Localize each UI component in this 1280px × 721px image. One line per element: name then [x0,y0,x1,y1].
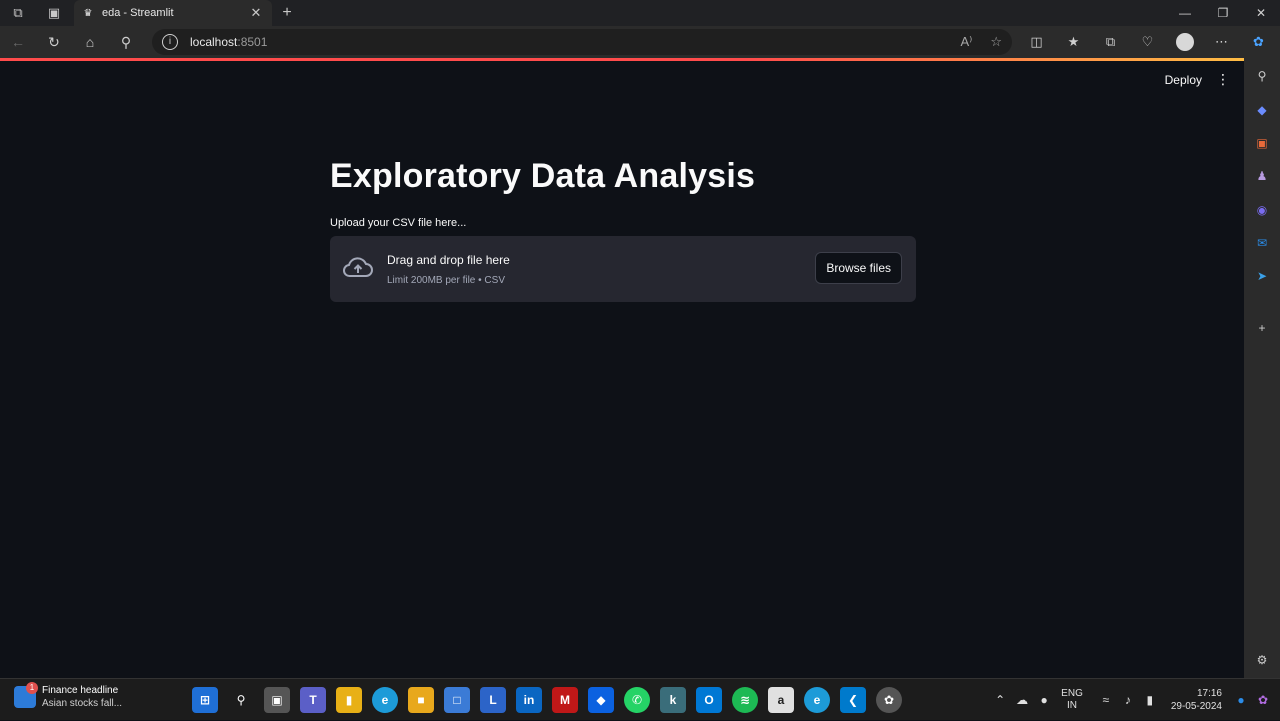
browser-toolbar: ← ↻ ⌂ ⚲ i localhost:8501 A⁾ ☆ ◫ ★ ⧉ ♡ ⋯ … [0,26,1280,58]
uploader-label: Upload your CSV file here... [330,217,467,229]
close-window-icon[interactable]: ✕ [1242,0,1280,26]
vscode-icon[interactable]: ❮ [840,687,866,713]
battery-icon[interactable]: ▮ [1139,693,1161,707]
power-bi-icon[interactable]: ▮ [336,687,362,713]
sidebar-send-icon[interactable]: ➤ [1254,268,1270,284]
url-text: localhost:8501 [190,35,268,49]
browser-tab-active[interactable]: ♛ eda - Streamlit ✕ [74,0,272,26]
site-info-icon[interactable]: i [162,34,178,50]
start-icon[interactable]: ⊞ [192,687,218,713]
search-icon[interactable]: ⚲ [108,26,144,58]
profile-avatar[interactable] [1166,33,1203,51]
news-headline: Finance headline [42,685,119,696]
wifi-icon[interactable]: ≈ [1095,693,1117,707]
copilot-icon[interactable]: ✿ [1240,33,1277,51]
sidebar-settings-icon[interactable]: ⚙ [1254,652,1270,668]
read-aloud-icon[interactable]: A⁾ [960,34,972,50]
window-controls: — ❐ ✕ [1166,0,1280,26]
mcafee-icon[interactable]: M [552,687,578,713]
taskbar-apps: ⊞ ⚲ ▣ T ▮ e ■ □ L in M ◆ ✆ k O ≋ a e ❮ ✿ [192,687,902,713]
spotify-icon[interactable]: ≋ [732,687,758,713]
back-icon[interactable]: ← [0,26,36,58]
news-icon: 1 [14,682,38,708]
microphone-icon[interactable]: ● [1033,693,1055,707]
language-indicator[interactable]: ENG IN [1061,688,1083,712]
home-icon[interactable]: ⌂ [72,26,108,58]
collections-icon[interactable]: ⧉ [1092,33,1129,51]
tab-title: eda - Streamlit [102,7,174,19]
favorite-star-icon[interactable]: ☆ [990,34,1002,50]
edge-icon[interactable]: e [372,687,398,713]
sidebar-search-icon[interactable]: ⚲ [1254,68,1270,84]
address-bar[interactable]: i localhost:8501 A⁾ ☆ [152,29,1012,55]
streamlit-favicon-icon: ♛ [83,7,93,19]
file-dropzone[interactable]: Drag and drop file here Limit 200MB per … [330,236,916,302]
sidebar-copilot-icon[interactable]: ◉ [1254,202,1270,218]
news-badge: 1 [26,682,38,694]
sidebar-games-icon[interactable]: ♟ [1254,168,1270,184]
browser-sidebar: ⚲ ◆ ▣ ♟ ◉ ✉ ➤ + ⚙ [1244,58,1280,678]
new-tab-button[interactable]: + [272,4,302,22]
news-subline: Asian stocks fall... [42,698,123,709]
copilot-taskbar-icon[interactable]: ✿ [1252,693,1274,707]
store-icon[interactable]: □ [444,687,470,713]
cloud-upload-icon [342,256,374,285]
refresh-icon[interactable]: ↻ [36,26,72,58]
close-tab-icon[interactable]: ✕ [248,5,264,21]
volume-icon[interactable]: ♪ [1117,693,1139,707]
maximize-icon[interactable]: ❐ [1204,0,1242,26]
show-hidden-icons-icon[interactable]: ⌃ [989,693,1011,707]
streamlit-app: Deploy ⋮ Exploratory Data Analysis Uploa… [4,61,1244,676]
browser-essentials-icon[interactable]: ♡ [1129,33,1166,51]
anaconda-icon[interactable]: a [768,687,794,713]
sidebar-tools-icon[interactable]: ▣ [1254,135,1270,151]
kaggle-icon[interactable]: k [660,687,686,713]
search-icon[interactable]: ⚲ [228,687,254,713]
notifications-icon[interactable]: ● [1230,693,1252,707]
browse-files-button[interactable]: Browse files [815,252,902,284]
system-tray: ⌃ ☁ ● ENG IN ≈ ♪ ▮ 17:16 29-05-2024 ● ✿ [989,679,1280,721]
more-options-icon[interactable]: ⋯ [1203,33,1240,51]
teams-icon[interactable]: T [300,687,326,713]
deploy-button[interactable]: Deploy [1165,73,1202,87]
clock[interactable]: 17:16 29-05-2024 [1171,687,1222,713]
linkedin-icon[interactable]: in [516,687,542,713]
onedrive-icon[interactable]: ☁ [1011,693,1033,707]
windows-taskbar: 1 Finance headline Asian stocks fall... … [0,678,1280,720]
sidebar-add-icon[interactable]: + [1254,320,1270,336]
tab-actions-icon[interactable]: ▣ [36,0,72,26]
split-screen-icon[interactable]: ◫ [1018,33,1055,51]
dropzone-instructions: Drag and drop file here [387,253,510,267]
dropbox-icon[interactable]: ◆ [588,687,614,713]
dropzone-limit-text: Limit 200MB per file • CSV [387,275,505,286]
browser-tab-strip: ⧉ ▣ ♛ eda - Streamlit ✕ + — ❐ ✕ [0,0,1280,26]
lync-icon[interactable]: L [480,687,506,713]
file-explorer-icon[interactable]: ■ [408,687,434,713]
task-view-icon[interactable]: ▣ [264,687,290,713]
news-widget[interactable]: 1 Finance headline Asian stocks fall... [14,682,123,709]
main-menu-icon[interactable]: ⋮ [1216,71,1230,88]
chatgpt-icon[interactable]: ✿ [876,687,902,713]
outlook-icon[interactable]: O [696,687,722,713]
workspaces-icon[interactable]: ⧉ [0,0,36,26]
edge-active-icon[interactable]: e [804,687,830,713]
sidebar-outlook-icon[interactable]: ✉ [1254,235,1270,251]
sidebar-shopping-icon[interactable]: ◆ [1254,102,1270,118]
favorites-icon[interactable]: ★ [1055,33,1092,51]
page-title: Exploratory Data Analysis [330,157,756,195]
minimize-icon[interactable]: — [1166,0,1204,26]
whatsapp-icon[interactable]: ✆ [624,687,650,713]
